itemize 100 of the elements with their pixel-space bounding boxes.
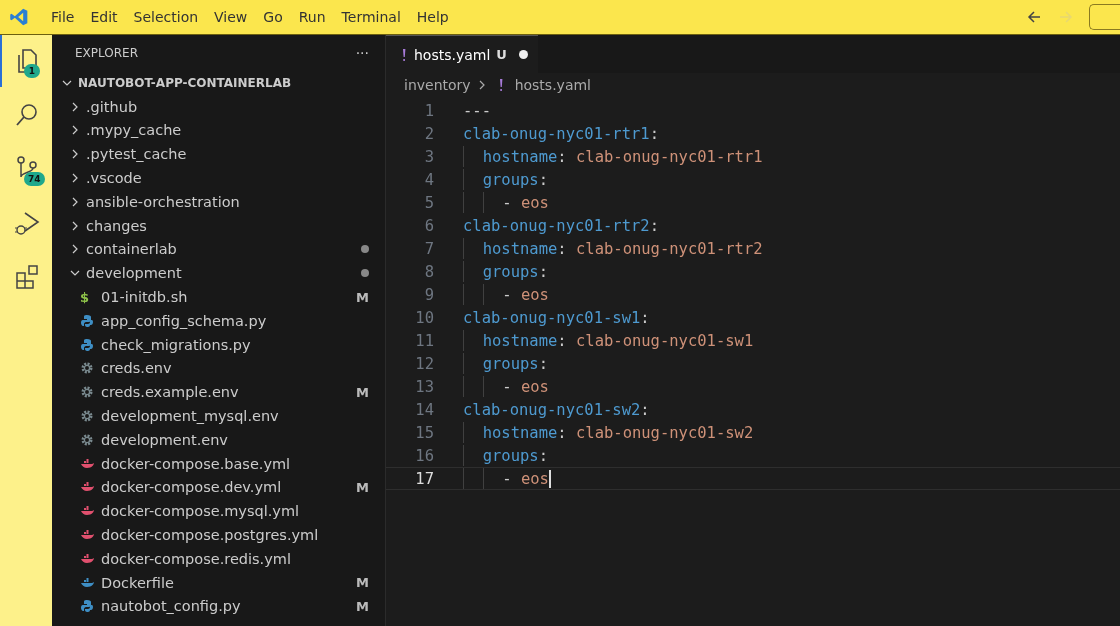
line-number: 16 [414,446,435,465]
file-name: NAUTOBOT-APP-CONTAINERLAB [78,75,293,90]
whale-icon [80,551,94,566]
python-icon [80,599,94,614]
file-name: docker-compose.dev.yml [101,479,283,496]
line-number: 2 [423,124,435,143]
menu-item[interactable]: Go [255,9,291,25]
line-number: 17 [414,469,435,488]
file-name: nautobot_config.py [101,598,242,615]
command-center-field[interactable] [1089,4,1120,30]
whale-icon [80,575,94,590]
tree-item[interactable]: changes [52,213,385,238]
logo-icon [9,7,29,27]
tree-item[interactable]: check_migrations.py [52,332,385,357]
line-number: 13 [414,377,435,396]
file-name: creds.example.env [101,384,240,401]
file-name: development.env [101,431,229,448]
git-status: M [356,479,369,495]
code-line: groups: [463,261,548,282]
tree-item[interactable]: .mypy_cache [52,118,385,143]
line-number: 6 [423,216,435,235]
tree-item[interactable]: Dockerfile M [52,570,385,595]
file-name: 01-initdb.sh [101,289,189,306]
code-line: - eos [463,284,549,305]
file-name: .pytest_cache [86,146,188,163]
line-number: 1 [423,101,435,120]
file-name: docker-compose.postgres.yml [101,527,320,544]
tree-item[interactable]: development_mysql.env [52,404,385,428]
menu-item[interactable]: Edit [82,9,126,25]
line-number: 9 [423,285,435,304]
yaml-icon [400,47,408,62]
tree-item[interactable]: docker-compose.dev.yml M [52,475,385,500]
file-name: .github [86,98,139,115]
code-line: - eos [463,192,549,213]
tab-label: hosts.yaml [414,46,491,63]
more-actions-button[interactable]: ··· [355,45,369,61]
menu-item[interactable]: Terminal [333,9,409,25]
git-status: M [356,289,369,305]
dollar-icon: $ [80,289,94,305]
python-icon [80,337,94,352]
menu-item[interactable]: View [206,9,256,25]
file-name: app_config_schema.py [101,312,268,329]
tree-item[interactable]: ansible-orchestration [52,190,385,214]
code-line: groups: [463,169,548,190]
code-line: - eos [463,468,551,489]
tree-item[interactable]: creds.env [52,356,385,381]
tree-item[interactable]: docker-compose.base.yml [52,451,385,476]
code-line: hostname: clab-onug-nyc01-sw1 [463,330,754,351]
file-name: development_mysql.env [101,408,280,425]
code-line: clab-onug-nyc01-sw1: [463,308,650,327]
tree-item[interactable]: nautobot_config.py M [52,594,385,619]
python-icon [80,313,94,328]
gear-icon [80,385,94,400]
tree-item[interactable]: $ 01-initdb.sh M [52,285,385,309]
file-name: check_migrations.py [101,336,252,353]
file-name: ansible-orchestration [86,193,241,210]
line-number: 14 [414,400,435,419]
tree-item[interactable]: NAUTOBOT-APP-CONTAINERLAB [52,71,385,95]
tree-item[interactable]: .pytest_cache [52,142,385,167]
git-status: U [496,47,507,62]
file-name: docker-compose.base.yml [101,455,292,472]
tree-item[interactable]: creds.example.env M [52,380,385,405]
count-badge: 1 [24,64,40,78]
file-name: development [86,265,183,282]
code-line: clab-onug-nyc01-rtr2: [463,216,659,235]
tree-item[interactable]: app_config_schema.py [52,308,385,333]
line-number: 7 [423,239,435,258]
gear-icon [80,432,94,447]
breadcrumb-item[interactable]: hosts.yaml [514,77,591,93]
file-name: creds.env [101,360,173,377]
line-number: 15 [414,423,435,442]
menu-item[interactable]: Selection [125,9,207,25]
run-debug-icon [13,209,41,237]
tree-item[interactable]: docker-compose.redis.yml [52,546,385,571]
file-name: changes [86,217,148,234]
tree-item[interactable]: containerlab [52,237,385,262]
line-number: 12 [414,354,435,373]
activity-bar-item[interactable]: 74 [0,143,52,195]
editor-tab[interactable]: hosts.yaml U [386,35,538,73]
code-line: hostname: clab-onug-nyc01-sw2 [463,422,754,443]
menu-item[interactable]: Run [290,9,334,25]
tree-item[interactable]: .github [52,94,385,119]
line-number: 10 [414,308,435,327]
tree-item[interactable]: development [52,261,385,286]
code-line: hostname: clab-onug-nyc01-rtr1 [463,146,763,167]
file-name: docker-compose.redis.yml [101,550,292,567]
line-number: 11 [414,331,435,350]
tree-item[interactable]: development.env [52,427,385,452]
line-number: 3 [423,147,435,166]
code-line: clab-onug-nyc01-sw2: [463,400,650,419]
tree-item[interactable]: .vscode [52,166,385,190]
file-name: containerlab [86,241,178,258]
menu-item[interactable]: File [43,9,83,25]
menu-item[interactable]: Help [408,9,457,25]
tree-item[interactable]: docker-compose.postgres.yml [52,523,385,547]
git-status: M [356,384,369,400]
sidebar-title: EXPLORER [75,46,138,60]
code-line: groups: [463,353,548,374]
tree-item[interactable]: docker-compose.mysql.yml [52,499,385,524]
breadcrumb-item[interactable]: inventory [404,77,471,93]
